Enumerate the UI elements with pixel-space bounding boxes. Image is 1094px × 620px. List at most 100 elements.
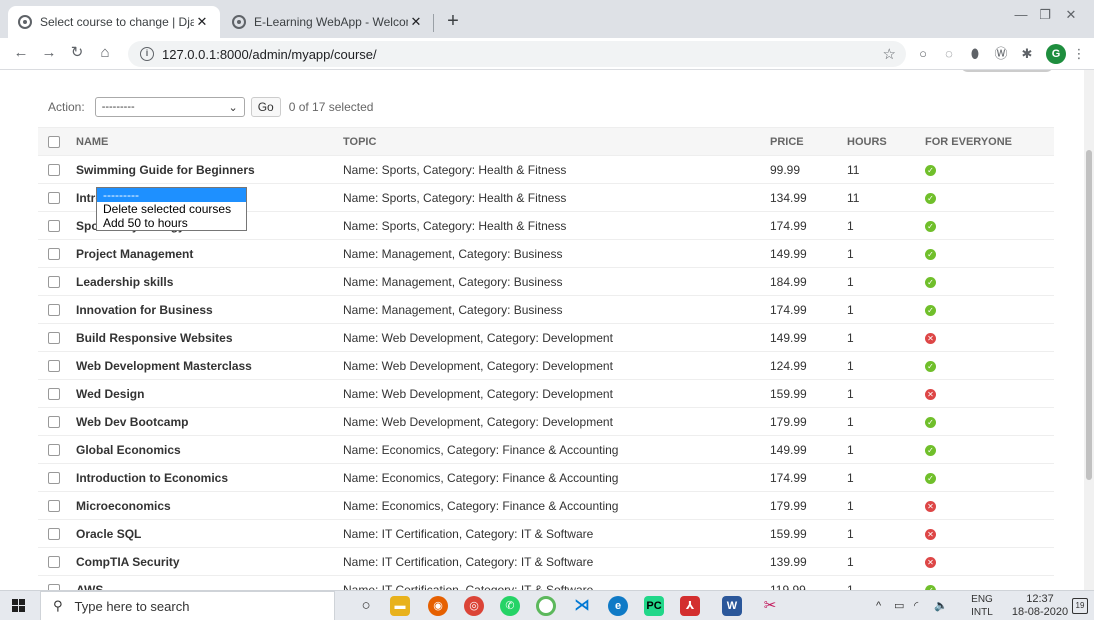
course-name-link[interactable]: Leadership skills: [76, 267, 343, 296]
home-icon[interactable]: ⌂: [94, 42, 116, 64]
page-scrollbar[interactable]: [1084, 70, 1094, 590]
action-option[interactable]: Delete selected courses: [97, 202, 246, 216]
close-tab-icon[interactable]: ✕: [194, 14, 210, 30]
course-name-link[interactable]: Introduction to Economics: [76, 463, 343, 492]
close-tab-icon[interactable]: ✕: [408, 14, 424, 30]
chrome-icon[interactable]: ◎: [464, 596, 484, 616]
tab-elearning[interactable]: E-Learning WebApp - Welcome! ✕: [222, 6, 434, 38]
course-name-link[interactable]: Build Responsive Websites: [76, 323, 343, 352]
language-code: ENG: [971, 594, 993, 605]
table-header-row: NAME TOPIC PRICE HOURS FOR EVERYONE: [38, 127, 1054, 156]
course-name-link[interactable]: Wed Design: [76, 379, 343, 408]
course-price: 179.99: [770, 407, 847, 436]
column-header-for-everyone[interactable]: FOR EVERYONE: [925, 127, 1054, 156]
column-header-hours[interactable]: HOURS: [847, 127, 925, 156]
extension-w-icon[interactable]: Ⓦ: [992, 45, 1010, 63]
snipping-tool-icon[interactable]: ✂: [760, 596, 780, 616]
new-tab-button[interactable]: +: [440, 8, 466, 34]
row-checkbox[interactable]: [48, 388, 60, 401]
tab-django-admin[interactable]: Select course to change | Django ✕: [8, 6, 220, 38]
go-button[interactable]: Go: [250, 97, 281, 117]
row-checkbox[interactable]: [48, 276, 60, 289]
taskbar-search[interactable]: ⚲ Type here to search: [40, 591, 335, 620]
for-everyone-cell: ✕: [925, 323, 1054, 352]
scrollbar-thumb[interactable]: [1086, 150, 1092, 480]
action-select[interactable]: --------- ⌄: [94, 97, 245, 117]
course-name-link[interactable]: Project Management: [76, 239, 343, 268]
row-checkbox[interactable]: [48, 444, 60, 457]
row-checkbox[interactable]: [48, 220, 60, 233]
bookmark-star-icon[interactable]: ☆: [883, 45, 896, 63]
check-circle-icon: ✓: [925, 248, 936, 260]
row-checkbox[interactable]: [48, 360, 60, 373]
course-name-link[interactable]: Swimming Guide for Beginners: [76, 155, 343, 184]
row-select-cell: [38, 407, 76, 436]
wifi-icon[interactable]: ◜: [914, 591, 918, 620]
add-course-button-edge[interactable]: [960, 70, 1054, 72]
course-name-link[interactable]: Microeconomics: [76, 491, 343, 520]
row-checkbox[interactable]: [48, 304, 60, 317]
extension-circle-icon[interactable]: ○: [914, 45, 932, 63]
edge-icon[interactable]: e: [608, 596, 628, 616]
close-window-icon[interactable]: ✕: [1048, 0, 1094, 30]
for-everyone-cell: ✓: [925, 407, 1054, 436]
course-price: 99.99: [770, 155, 847, 184]
course-name-link[interactable]: CompTIA Security: [76, 547, 343, 576]
row-checkbox[interactable]: [48, 556, 60, 569]
for-everyone-cell: ✓: [925, 155, 1054, 184]
course-name-link[interactable]: Web Development Masterclass: [76, 351, 343, 380]
row-checkbox[interactable]: [48, 248, 60, 261]
row-checkbox[interactable]: [48, 472, 60, 485]
select-all-checkbox[interactable]: [48, 135, 60, 148]
row-checkbox[interactable]: [48, 192, 60, 205]
volume-icon[interactable]: 🔈: [934, 591, 948, 620]
ring-app-icon[interactable]: [536, 596, 556, 616]
row-checkbox[interactable]: [48, 332, 60, 345]
course-name-link[interactable]: Innovation for Business: [76, 295, 343, 324]
course-topic: Name: Sports, Category: Health & Fitness: [343, 211, 770, 240]
tray-chevron-up-icon[interactable]: ^: [876, 591, 881, 620]
task-view-icon[interactable]: ○: [356, 596, 376, 616]
course-name-link[interactable]: Web Dev Bootcamp: [76, 407, 343, 436]
whatsapp-icon[interactable]: ✆: [500, 596, 520, 616]
table-row: Project Management Name: Management, Cate…: [38, 239, 1054, 268]
extension-face-icon[interactable]: ◌: [940, 45, 958, 63]
check-circle-icon: ✓: [925, 472, 936, 484]
row-checkbox[interactable]: [48, 528, 60, 541]
row-checkbox[interactable]: [48, 164, 60, 177]
course-name-link[interactable]: AWS: [76, 575, 343, 590]
row-select-cell: [38, 575, 76, 590]
course-hours: 1: [847, 547, 925, 576]
course-name-link[interactable]: Global Economics: [76, 435, 343, 464]
system-clock[interactable]: 12:37 18-08-2020: [1010, 593, 1070, 619]
for-everyone-cell: ✓: [925, 239, 1054, 268]
info-icon[interactable]: i: [140, 47, 154, 61]
battery-icon[interactable]: ▭: [894, 591, 904, 620]
notification-center-icon[interactable]: 19: [1072, 598, 1088, 614]
row-checkbox[interactable]: [48, 500, 60, 513]
word-icon[interactable]: W: [722, 596, 742, 616]
action-option[interactable]: Add 50 to hours: [97, 216, 246, 230]
acrobat-icon[interactable]: ⅄: [680, 596, 700, 616]
forward-arrow-icon[interactable]: →: [38, 42, 60, 64]
row-checkbox[interactable]: [48, 416, 60, 429]
profile-avatar[interactable]: G: [1046, 44, 1066, 64]
extension-shield-icon[interactable]: ⬮: [966, 45, 984, 63]
column-header-name[interactable]: NAME: [76, 127, 343, 156]
column-header-topic[interactable]: TOPIC: [343, 127, 770, 156]
vscode-icon[interactable]: ⋊: [572, 596, 592, 616]
language-indicator[interactable]: ENG INTL: [964, 593, 1000, 619]
file-explorer-icon[interactable]: ▬: [390, 596, 410, 616]
extensions-puzzle-icon[interactable]: ✱: [1018, 45, 1036, 63]
reload-icon[interactable]: ↻: [66, 42, 88, 64]
windows-start-icon[interactable]: [12, 599, 26, 613]
column-header-price[interactable]: PRICE: [770, 127, 847, 156]
back-arrow-icon[interactable]: ←: [10, 42, 32, 64]
pycharm-icon[interactable]: PC: [644, 596, 664, 616]
course-name-link[interactable]: Oracle SQL: [76, 519, 343, 548]
firefox-icon[interactable]: ◉: [428, 596, 448, 616]
course-hours: 1: [847, 239, 925, 268]
address-bar[interactable]: i 127.0.0.1:8000/admin/myapp/course/ ☆: [128, 41, 906, 67]
menu-kebab-icon[interactable]: ⋮: [1070, 45, 1088, 63]
action-option[interactable]: ---------: [97, 188, 246, 202]
